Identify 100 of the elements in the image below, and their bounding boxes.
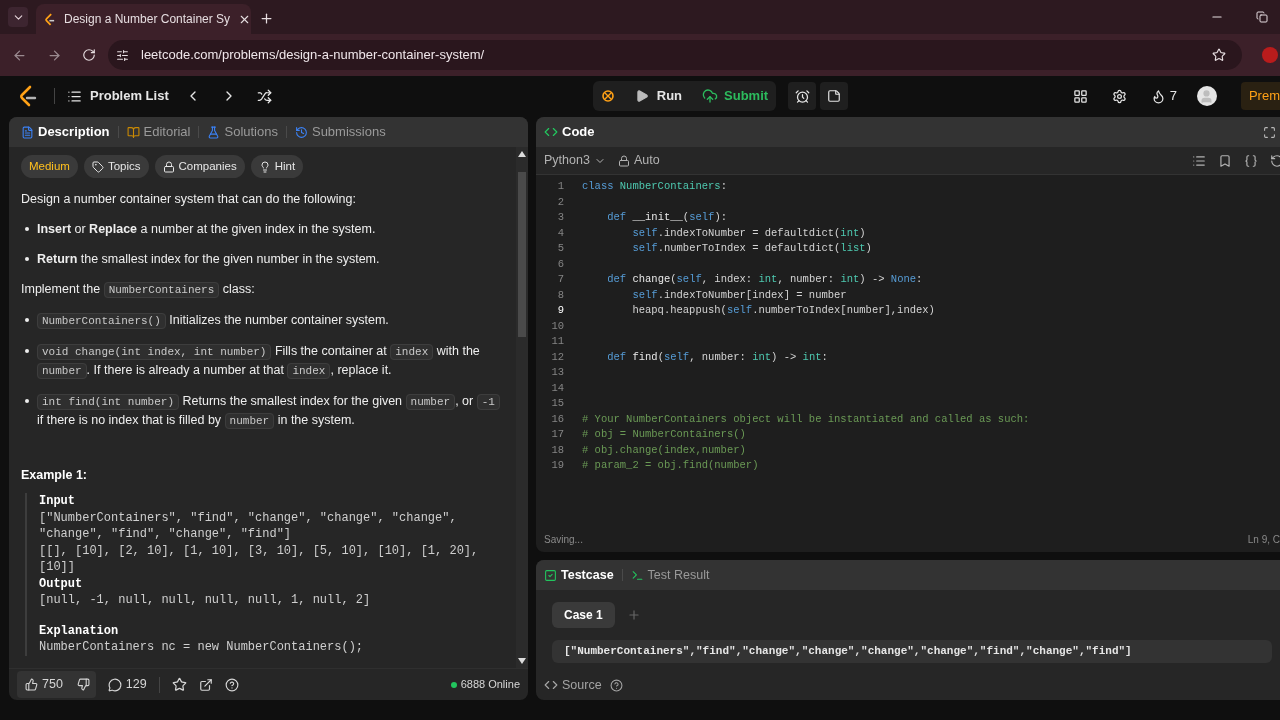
browser-tab[interactable]: Design a Number Container Sy	[36, 4, 251, 34]
description-bullet: void change(int index, int number) Fills the container at index with the number . If there is already a number at that index , replace it.	[37, 342, 504, 381]
shuffle-icon[interactable]	[256, 88, 272, 104]
panel-tab[interactable]: Editorial	[126, 122, 191, 142]
code-line: def change(self, index: int, number: int) -> None:	[606, 272, 923, 287]
example-label: Input	[39, 493, 76, 510]
notes-button[interactable]	[820, 82, 849, 110]
line-number: 16	[550, 411, 565, 427]
line-number: 15	[550, 396, 565, 411]
line-number: 9	[556, 303, 565, 318]
code-line: def __init__(self):	[606, 210, 727, 225]
help-icon[interactable]	[609, 678, 623, 692]
streak-button[interactable]: 7	[1150, 86, 1177, 106]
online-count: 6888 Online	[460, 677, 520, 693]
source-link[interactable]: Source	[562, 675, 602, 695]
reload-icon[interactable]	[82, 48, 96, 62]
save-status: Saving...	[544, 532, 583, 547]
comments-button[interactable]: 129	[107, 675, 147, 694]
bullet-icon	[25, 349, 29, 354]
example-label: Output	[39, 575, 84, 592]
code-line: # obj.change(index,number)	[582, 442, 746, 458]
testcase-input[interactable]: ["NumberContainers","find","change","change","change","change","find","change","find"]	[552, 640, 1272, 663]
layout-icon[interactable]	[1072, 88, 1088, 104]
restore-icon[interactable]	[1256, 11, 1268, 23]
line-number: 1	[556, 179, 565, 194]
premium-button[interactable]: Prem	[1240, 82, 1280, 110]
line-number: 18	[550, 442, 565, 458]
bullet-icon	[25, 318, 29, 323]
logo-icon	[18, 85, 38, 107]
maximize-icon[interactable]	[1263, 125, 1276, 139]
checkbox-icon	[544, 568, 557, 582]
star-icon[interactable]	[171, 677, 187, 692]
line-number: 11	[550, 334, 565, 349]
user-icon	[1199, 88, 1215, 104]
bullet-icon	[25, 399, 29, 404]
line-number: 4	[556, 225, 565, 241]
panel-tab[interactable]: Submissions	[294, 122, 386, 142]
line-number: 17	[550, 427, 565, 442]
code-line: self.numberToIndex = defaultdict(list)	[631, 241, 872, 256]
lightbulb-icon	[258, 160, 271, 173]
tag-chip[interactable]: Hint	[250, 155, 304, 179]
tag-icon	[91, 160, 104, 173]
panel-tab[interactable]: Test Result	[630, 565, 710, 585]
code-line: self.indexToNumber = defaultdict(int)	[631, 225, 866, 241]
panel-tab[interactable]: Testcase	[544, 565, 614, 585]
code-line: self.indexToNumber[index] = number	[631, 287, 847, 303]
tag-chip[interactable]: Companies	[154, 155, 245, 179]
example-text: ["NumberContainers", "find", "change", "change", "change", "change", "find", "change", "find"]	[39, 509, 458, 543]
description-paragraph: Implement the NumberContainers class:	[21, 281, 256, 300]
tab-icon	[207, 125, 221, 139]
format-icon[interactable]	[1192, 153, 1206, 168]
scroll-up-icon[interactable]	[518, 151, 526, 157]
settings-icon[interactable]	[1111, 88, 1127, 104]
back-icon[interactable]	[12, 47, 27, 63]
scrollbar-thumb[interactable]	[518, 172, 526, 337]
panel-tab[interactable]: Description	[21, 122, 110, 142]
cloud-upload-icon	[702, 88, 719, 104]
forward-icon[interactable]	[47, 47, 62, 63]
submit-button[interactable]: Submit	[694, 86, 777, 106]
lock-icon	[617, 154, 630, 167]
example-label: Explanation	[39, 622, 120, 639]
case-tab[interactable]: Case 1	[552, 602, 615, 628]
list-icon	[67, 88, 82, 104]
description-bullet: int find(int number) Returns the smallest index for the given number , or -1 if there is no index that is filled by number in the system.	[37, 392, 504, 431]
play-icon	[634, 89, 649, 103]
timer-button[interactable]	[788, 82, 817, 110]
panel-title: Code	[562, 123, 595, 142]
line-number: 5	[556, 241, 565, 256]
share-icon[interactable]	[198, 677, 213, 692]
tab-icon	[294, 125, 308, 139]
example-text: [null, -1, null, null, null, null, 1, null, 2]	[39, 592, 372, 609]
bookmark-icon[interactable]	[1218, 153, 1232, 168]
problem-list-button[interactable]: Problem List	[67, 86, 169, 106]
tab-icon	[21, 125, 34, 139]
site-info-icon	[116, 48, 129, 62]
example-text: NumberContainers nc = new NumberContainers();	[39, 639, 365, 656]
code-line: # Your NumberContainers object will be instantiated and called as such:	[582, 411, 1030, 427]
thumbs-down-icon	[76, 678, 90, 691]
code-icon	[544, 678, 558, 692]
panel-tab[interactable]: Solutions	[207, 122, 278, 142]
url-text: leetcode.com/problems/design-a-number-container-system/	[141, 46, 485, 65]
bullet-icon	[25, 227, 29, 232]
line-number: 19	[550, 458, 565, 473]
tab-list-button[interactable]	[8, 7, 28, 27]
line-number: 8	[556, 287, 565, 303]
run-button[interactable]: Run	[622, 86, 695, 106]
reset-icon[interactable]	[1270, 153, 1280, 168]
new-tab-icon[interactable]	[259, 11, 274, 26]
example-title: Example 1:	[21, 467, 88, 485]
address-bar[interactable]: leetcode.com/problems/design-a-number-container-system/	[108, 40, 1242, 70]
line-number: 6	[556, 256, 565, 272]
difficulty-badge: Medium	[21, 155, 78, 179]
avatar-icon[interactable]	[1196, 86, 1217, 106]
bookmark-star-icon[interactable]	[1212, 48, 1226, 62]
language-select[interactable]: Python3	[544, 151, 606, 170]
tag-chip[interactable]: Topics	[83, 155, 149, 179]
cursor-position: Ln 9, C	[1247, 532, 1280, 547]
scroll-down-icon[interactable]	[518, 658, 526, 664]
braces-icon[interactable]	[1244, 153, 1258, 168]
help-icon[interactable]	[224, 677, 239, 692]
